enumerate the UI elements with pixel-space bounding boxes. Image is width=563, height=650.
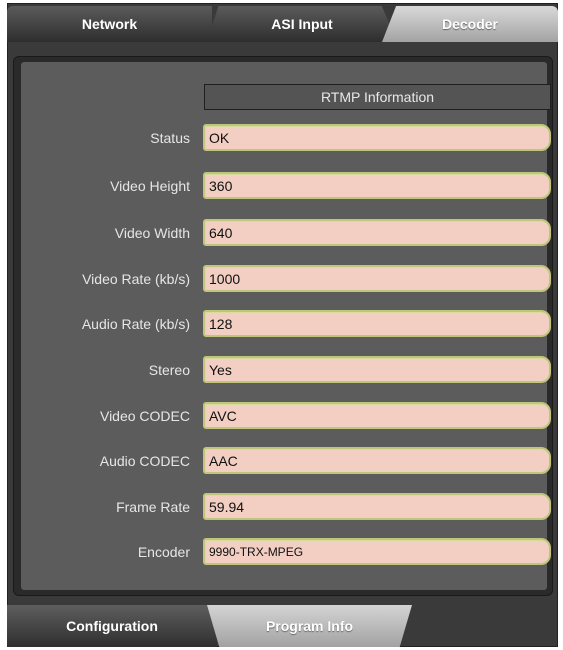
video-width-field[interactable]: 640 <box>203 219 551 246</box>
audio-codec-label: Audio CODEC <box>99 453 190 469</box>
stereo-label: Stereo <box>148 362 190 378</box>
stereo-field[interactable]: Yes <box>203 356 551 383</box>
frame-rate-field[interactable]: 59.94 <box>203 493 551 520</box>
video-rate-field[interactable]: 1000 <box>203 265 551 292</box>
encoder-label: Encoder <box>137 544 190 560</box>
tab-network[interactable]: Network <box>7 6 212 42</box>
video-codec-label: Video CODEC <box>99 408 190 424</box>
status-label: Status <box>150 130 190 146</box>
frame-rate-label: Frame Rate <box>116 499 190 515</box>
field-row-audio-codec: Audio CODEC AAC <box>0 447 563 475</box>
tab-program-info[interactable]: Program Info <box>207 605 412 647</box>
top-tab-bar: Network ASI Input Decoder <box>7 3 558 43</box>
video-height-field[interactable]: 360 <box>203 172 551 199</box>
video-height-label: Video Height <box>110 178 190 194</box>
tab-asi-input[interactable]: ASI Input <box>207 6 397 42</box>
audio-rate-field[interactable]: 128 <box>203 310 551 337</box>
video-width-label: Video Width <box>114 225 190 241</box>
field-row-frame-rate: Frame Rate 59.94 <box>0 493 563 521</box>
field-row-video-width: Video Width 640 <box>0 219 563 247</box>
field-row-encoder: Encoder 9990-TRX-MPEG <box>0 538 563 566</box>
video-codec-field[interactable]: AVC <box>203 402 551 429</box>
audio-rate-label: Audio Rate (kb/s) <box>81 316 190 332</box>
field-row-status: Status OK <box>0 124 563 152</box>
field-row-audio-rate: Audio Rate (kb/s) 128 <box>0 310 563 338</box>
audio-codec-field[interactable]: AAC <box>203 447 551 474</box>
status-field[interactable]: OK <box>203 124 551 151</box>
field-row-stereo: Stereo Yes <box>0 356 563 384</box>
video-rate-label: Video Rate (kb/s) <box>82 271 190 287</box>
tab-decoder[interactable]: Decoder <box>382 6 558 42</box>
field-row-video-height: Video Height 360 <box>0 172 563 200</box>
tab-configuration[interactable]: Configuration <box>7 605 217 647</box>
field-row-video-rate: Video Rate (kb/s) 1000 <box>0 265 563 293</box>
section-header: RTMP Information <box>204 84 551 110</box>
encoder-field[interactable]: 9990-TRX-MPEG <box>203 538 551 565</box>
field-row-video-codec: Video CODEC AVC <box>0 402 563 430</box>
bottom-tab-bar: Configuration Program Info <box>7 605 558 647</box>
